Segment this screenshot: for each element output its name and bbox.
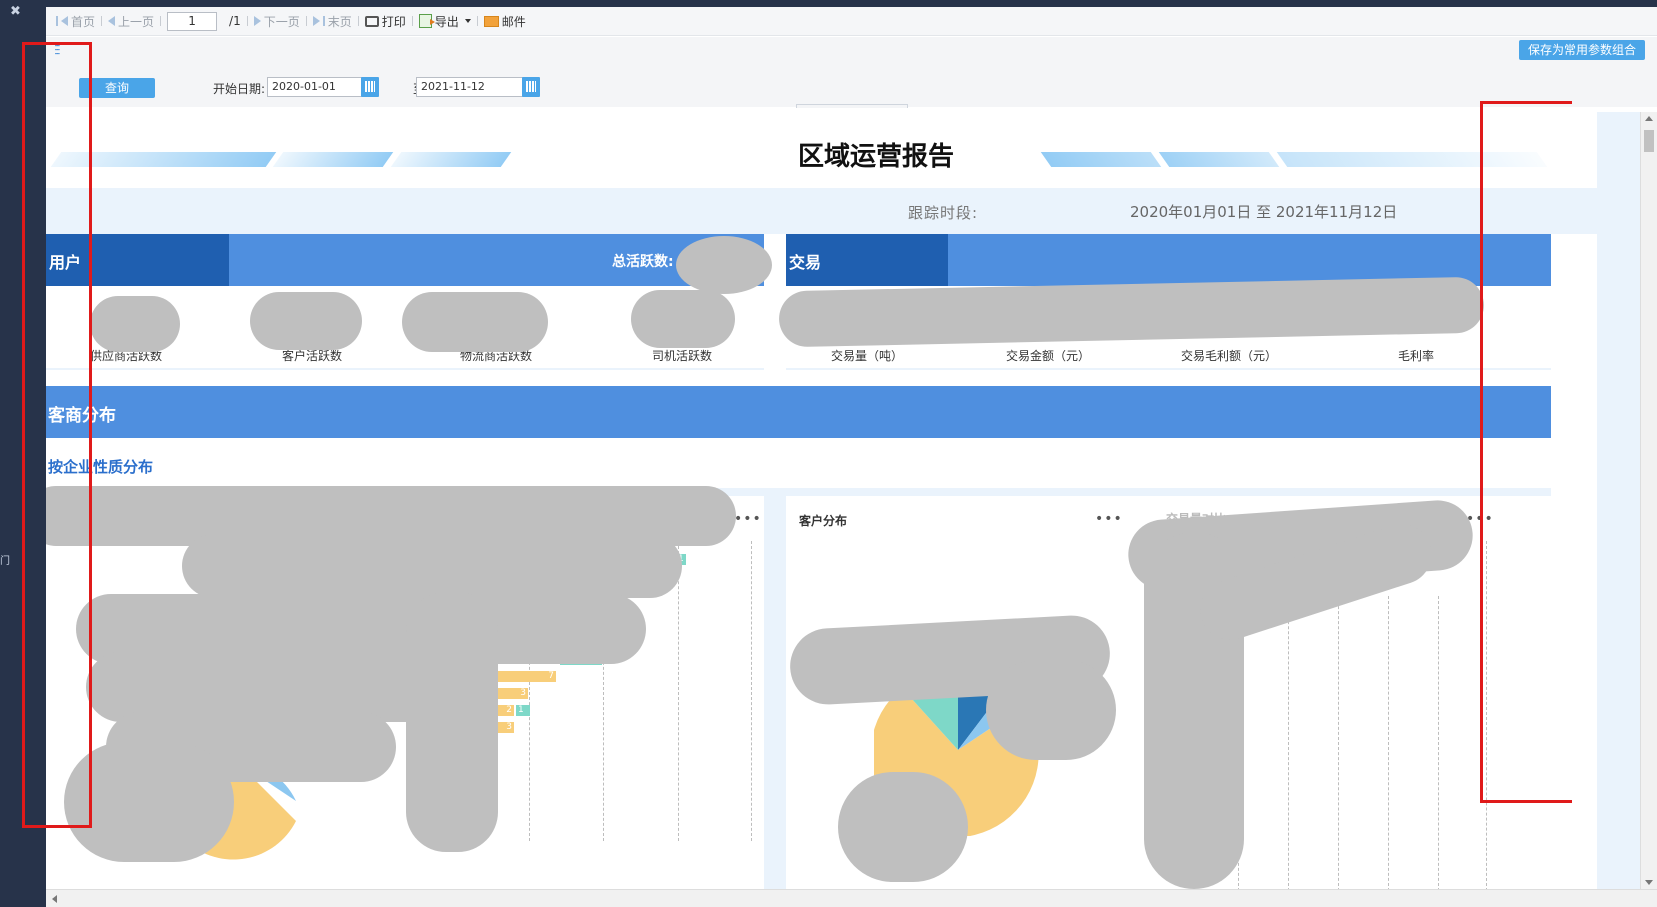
- user-kpi-header: 用户 总活跃数:: [46, 234, 764, 286]
- vertical-scrollbar[interactable]: [1640, 112, 1657, 889]
- pin-icon[interactable]: ✖: [10, 4, 21, 19]
- redaction-mark: [402, 292, 548, 352]
- redaction-mark: [90, 296, 180, 352]
- header-decoration: [1040, 152, 1162, 167]
- tracking-period-value: 2020年01月01日 至 2021年11月12日: [1130, 203, 1398, 221]
- trade-kpi-title: 交易: [789, 253, 822, 272]
- start-date-input[interactable]: 2020-01-01: [267, 77, 363, 97]
- grid-line: [751, 541, 752, 841]
- collapse-params-toggle[interactable]: [796, 104, 908, 108]
- first-page-button[interactable]: 首页: [50, 13, 101, 30]
- trade-amount-label: 交易金额（元）: [1006, 349, 1091, 363]
- grid-line: [1288, 596, 1289, 889]
- scroll-down-icon[interactable]: [1645, 880, 1653, 885]
- prev-page-icon: [108, 16, 116, 26]
- redaction-mark: [631, 290, 735, 348]
- annotation-box-right: [1480, 101, 1572, 803]
- redaction-mark: [406, 592, 498, 852]
- right-margin-area: [1597, 112, 1640, 889]
- start-date-label: 开始日期:: [213, 82, 266, 96]
- print-label: 打印: [381, 14, 406, 29]
- trade-gross-profit-label: 交易毛利额（元）: [1181, 349, 1278, 363]
- horizontal-scrollbar[interactable]: [46, 889, 1657, 907]
- panel-gutter: [764, 496, 786, 889]
- gross-margin-label: 毛利率: [1398, 349, 1435, 363]
- report-toolbar: 首页 上一页 1 /1 下一页 末页 打印 导出 邮件: [46, 7, 1657, 36]
- redaction-mark: [182, 534, 682, 598]
- more-icon[interactable]: •••: [1095, 511, 1123, 527]
- more-icon[interactable]: •••: [734, 511, 762, 527]
- calendar-icon[interactable]: [361, 77, 379, 97]
- page-number-input[interactable]: 1: [167, 11, 218, 31]
- redaction-mark: [250, 292, 362, 350]
- scroll-left-icon[interactable]: [52, 895, 57, 903]
- header-decoration: [390, 152, 512, 167]
- customer-distribution-title: 客户分布: [799, 514, 848, 528]
- end-date-input[interactable]: 2021-11-12: [416, 77, 524, 97]
- calendar-icon[interactable]: [522, 77, 540, 97]
- first-page-icon: [56, 16, 58, 26]
- prev-page-label: 上一页: [118, 14, 155, 29]
- report-canvas: 区域运营报告 跟踪时段: 2020年01月01日 至 2021年11月12日 用…: [46, 112, 1597, 889]
- page-total: /1: [229, 14, 241, 28]
- grid-line: [1438, 596, 1439, 889]
- toolbar-divider: [160, 16, 162, 26]
- header-decoration: [1158, 152, 1280, 167]
- report-title: 区域运营报告: [797, 142, 954, 172]
- next-page-button[interactable]: 下一页: [248, 13, 306, 30]
- report-viewer-window: ✖ 门 首页 上一页 1 /1 下一页 末页 打印 导出 邮件 ⫶⫶⫶ 保存为常…: [0, 0, 1657, 907]
- report-header: 区域运营报告: [46, 112, 1597, 188]
- total-active-label: 总活跃数:: [612, 254, 674, 270]
- last-page-button[interactable]: 末页: [307, 13, 358, 30]
- export-label: 导出: [434, 14, 459, 29]
- redaction-mark: [676, 236, 772, 294]
- next-page-icon: [253, 16, 261, 26]
- export-button[interactable]: 导出: [413, 13, 477, 30]
- left-nav-edge-text: 门: [0, 556, 10, 567]
- mail-button[interactable]: 邮件: [478, 13, 532, 30]
- printer-icon: [364, 15, 379, 27]
- redaction-mark: [986, 660, 1116, 760]
- last-page-label: 末页: [327, 14, 352, 29]
- last-page-icon: [322, 16, 325, 26]
- grid-line: [1388, 596, 1389, 889]
- header-decoration: [272, 152, 394, 167]
- tracking-period-row: 跟踪时段: 2020年01月01日 至 2021年11月12日: [46, 188, 1597, 234]
- first-page-label: 首页: [71, 14, 96, 29]
- mail-icon: [483, 15, 499, 27]
- top-strip: [46, 0, 1657, 7]
- section-header: 客商分布: [46, 386, 1551, 438]
- last-page-arrow-icon: [312, 16, 320, 26]
- scroll-thumb[interactable]: [1644, 130, 1654, 152]
- annotation-box-left: [22, 42, 92, 828]
- prev-page-button[interactable]: 上一页: [102, 13, 160, 30]
- bar-data-label: 1: [516, 705, 530, 716]
- print-button[interactable]: 打印: [359, 13, 412, 30]
- scroll-up-icon[interactable]: [1645, 116, 1653, 121]
- next-page-label: 下一页: [263, 14, 300, 29]
- grid-line: [678, 541, 679, 841]
- export-icon: [418, 14, 435, 28]
- mail-label: 邮件: [501, 14, 526, 29]
- save-param-combo-button[interactable]: 保存为常用参数组合: [1518, 40, 1645, 60]
- tracking-period-label: 跟踪时段:: [908, 204, 979, 222]
- first-page-arrow-icon: [61, 16, 68, 26]
- trade-volume-label: 交易量（吨）: [831, 349, 904, 363]
- grid-line: [1338, 596, 1339, 889]
- chevron-down-icon: [464, 19, 471, 23]
- parameter-bar: ⫶⫶⫶ 保存为常用参数组合 查询 开始日期: 2020-01-01 至 2021…: [46, 37, 1657, 108]
- redaction-mark: [838, 772, 968, 882]
- driver-active-label: 司机活跃数: [652, 349, 713, 363]
